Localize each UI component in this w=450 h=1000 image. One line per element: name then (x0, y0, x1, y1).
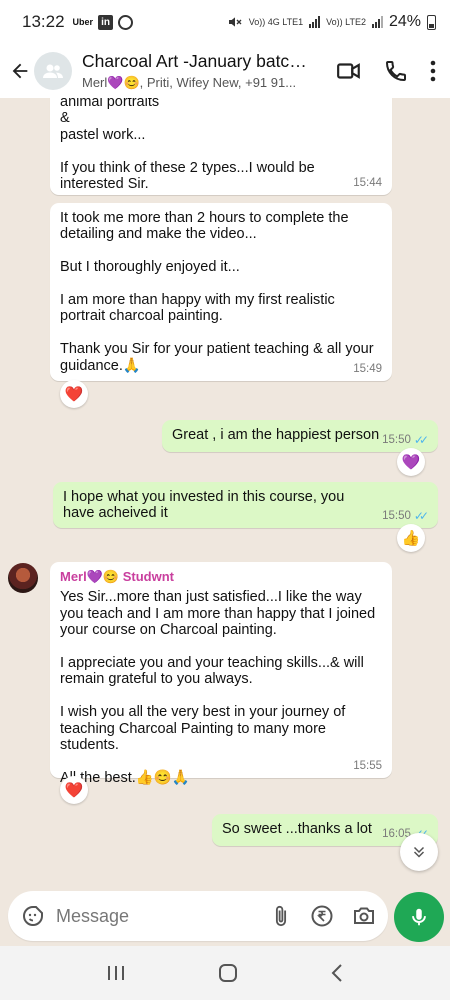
sticker-icon[interactable] (20, 903, 46, 929)
battery-icon (427, 14, 436, 30)
message-text: It took me more than 2 hours to complete… (60, 210, 374, 374)
linkedin-notification-icon: in (98, 14, 114, 30)
signal-2-icon (371, 16, 383, 28)
signal-1-icon (309, 16, 321, 28)
message-input[interactable] (56, 905, 246, 927)
back-nav-icon[interactable] (330, 963, 344, 983)
message-text: I hope what you invested in this course,… (63, 489, 349, 522)
message-text: animal portraits & pastel work... If you… (60, 98, 315, 193)
chat-title-block[interactable]: Charcoal Art -January batch... Merl💜😊, P… (82, 51, 307, 91)
reaction-badge[interactable]: ❤️ (60, 776, 88, 804)
group-title: Charcoal Art -January batch... (82, 51, 307, 71)
chat-header: Charcoal Art -January batch... Merl💜😊, P… (0, 44, 450, 98)
group-members: Merl💜😊, Priti, Wifey New, +91 91... (82, 75, 297, 90)
sender-name[interactable]: Merl💜😊 Studwnt (60, 569, 382, 585)
message-meta: 15:55 (353, 758, 382, 774)
message-time: 15:50 (382, 509, 411, 522)
mute-icon (228, 17, 242, 27)
header-actions (336, 58, 450, 84)
message-time: 15:50 (382, 433, 411, 446)
read-ticks-icon: ✓✓ (413, 508, 429, 523)
clock: 13:22 (22, 12, 65, 31)
home-icon[interactable] (218, 963, 238, 983)
group-avatar-icon[interactable] (34, 52, 72, 90)
message-time: 15:55 (353, 759, 382, 772)
status-bar: 13:22 Uber in Vo)) 4G LTE1 Vo)) LTE2 24% (0, 0, 450, 44)
battery-percent: 24% (388, 13, 421, 30)
attach-icon[interactable] (270, 904, 292, 928)
whatsapp-notification-icon (118, 14, 134, 30)
system-navigation-bar (0, 946, 450, 1000)
arrow-back-icon[interactable] (2, 60, 38, 82)
video-call-icon[interactable] (336, 58, 362, 84)
lte1-label: Vo)) 4G LTE1 (248, 17, 304, 27)
reaction-badge[interactable]: ❤️ (60, 380, 88, 408)
read-ticks-icon: ✓✓ (413, 432, 429, 447)
composer (8, 891, 388, 941)
reaction-badge[interactable]: 💜 (397, 448, 425, 476)
message-incoming[interactable]: Merl💜😊 Studwnt Yes Sir...more than just … (50, 562, 392, 786)
message-outgoing[interactable]: I hope what you invested in this course,… (53, 482, 438, 528)
message-list[interactable]: animal portraits & pastel work... If you… (0, 98, 450, 890)
system-icons: Vo)) 4G LTE1 Vo)) LTE2 24% (227, 13, 436, 31)
scroll-down-icon[interactable] (400, 833, 438, 871)
message-outgoing[interactable]: Great , i am the happiest person 15:50 ✓✓ (162, 420, 438, 452)
notification-icons: Uber in (72, 14, 134, 30)
uber-notification-icon: Uber (72, 17, 94, 27)
message-meta: 15:49 (353, 361, 382, 377)
rupee-icon[interactable] (310, 904, 334, 928)
recent-apps-icon[interactable] (106, 964, 126, 982)
message-meta: 15:44 (353, 175, 382, 191)
message-text: Yes Sir...more than just satisfied...I l… (60, 589, 376, 786)
phone-icon[interactable] (384, 59, 408, 83)
message-time: 15:49 (353, 362, 382, 375)
message-meta: 15:50 ✓✓ (382, 432, 429, 448)
more-vert-icon[interactable] (430, 60, 436, 82)
lte2-label: Vo)) LTE2 (326, 17, 366, 27)
composer-actions (270, 904, 376, 928)
sender-avatar[interactable] (8, 563, 38, 593)
message-meta: 15:50 ✓✓ (382, 508, 429, 524)
message-incoming[interactable]: animal portraits & pastel work... If you… (50, 98, 392, 195)
reaction-badge[interactable]: 👍 (397, 524, 425, 552)
camera-icon[interactable] (352, 904, 376, 928)
message-time: 15:44 (353, 176, 382, 189)
message-incoming[interactable]: It took me more than 2 hours to complete… (50, 203, 392, 381)
mic-icon[interactable] (394, 892, 444, 942)
